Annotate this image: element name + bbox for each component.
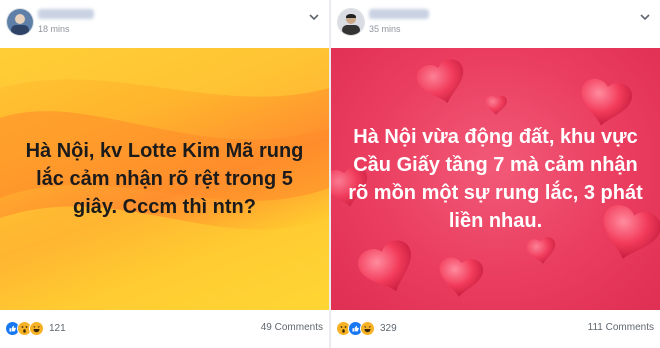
- reactions-summary[interactable]: 329: [336, 320, 397, 336]
- avatar[interactable]: [6, 8, 34, 36]
- post-card-left: 18 mins Hà Nội, kv Lotte Kim Mã rung lắc…: [0, 0, 329, 348]
- post-footer: 329 111 Comments: [331, 310, 660, 348]
- reaction-count: 121: [49, 322, 66, 334]
- post-card-right: 35 mins Hà Nội vừa động đất, khu vực Cầu…: [331, 0, 660, 348]
- post-header: 35 mins: [331, 0, 660, 48]
- comments-link[interactable]: 111 Comments: [588, 322, 654, 333]
- status-background-card: Hà Nội, kv Lotte Kim Mã rung lắc cảm nhậ…: [0, 48, 329, 310]
- post-timestamp[interactable]: 18 mins: [38, 24, 70, 34]
- reactions-summary[interactable]: 121: [5, 320, 66, 336]
- author-name-blurred[interactable]: [369, 9, 429, 19]
- post-text: Hà Nội vừa động đất, khu vực Cầu Giấy tầ…: [348, 126, 643, 232]
- chevron-down-icon[interactable]: [638, 9, 652, 21]
- post-timestamp[interactable]: 35 mins: [369, 24, 401, 34]
- comments-link[interactable]: 49 Comments: [261, 322, 323, 333]
- post-footer: 121 49 Comments: [0, 310, 329, 348]
- chevron-down-icon[interactable]: [307, 9, 321, 21]
- author-name-blurred[interactable]: [38, 9, 94, 19]
- post-header: 18 mins: [0, 0, 329, 48]
- haha-icon: [29, 320, 44, 336]
- status-background-card: Hà Nội vừa động đất, khu vực Cầu Giấy tầ…: [331, 48, 660, 310]
- post-text: Hà Nội, kv Lotte Kim Mã rung lắc cảm nhậ…: [25, 140, 304, 218]
- reaction-count: 329: [380, 322, 397, 334]
- avatar[interactable]: [337, 8, 365, 36]
- haha-icon: [360, 320, 375, 336]
